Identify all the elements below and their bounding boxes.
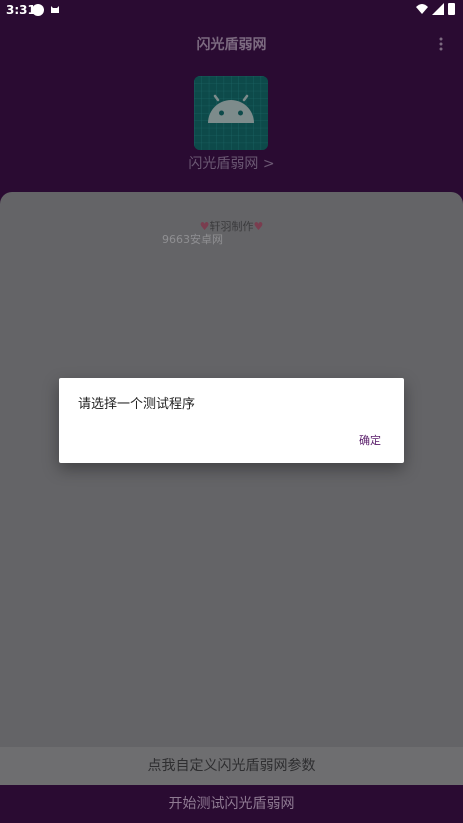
custom-params-button[interactable]: 点我自定义闪光盾弱网参数	[0, 747, 463, 785]
credit-line: ♥轩羽制作♥	[0, 218, 463, 234]
status-bar: 3:31	[0, 0, 463, 20]
heart-icon: ♥	[253, 220, 264, 233]
wifi-icon	[416, 4, 428, 14]
battery-icon	[448, 3, 455, 15]
start-test-button[interactable]: 开始测试闪光盾弱网	[0, 785, 463, 823]
watermark: 9663安卓网	[162, 233, 223, 246]
more-vert-icon[interactable]	[439, 37, 443, 51]
screen: 3:31 闪光盾弱网 闪光盾弱网 > ♥轩羽制作♥ 9663安卓网 请选择一个测…	[0, 0, 463, 823]
status-right	[416, 3, 455, 15]
app-bar: 闪光盾弱网	[0, 20, 463, 66]
app-name-link[interactable]: 闪光盾弱网 >	[0, 153, 463, 173]
android-icon	[194, 76, 268, 150]
cat-icon	[51, 6, 59, 13]
signal-icon	[432, 3, 444, 15]
app-title: 闪光盾弱网	[196, 37, 267, 53]
main-card: ♥轩羽制作♥ 9663安卓网	[0, 192, 463, 747]
telegram-icon	[32, 4, 44, 16]
confirm-button[interactable]: 确定	[359, 432, 381, 448]
select-app-dialog: 请选择一个测试程序 确定	[59, 378, 404, 463]
app-logo	[194, 76, 268, 150]
dialog-message: 请选择一个测试程序	[78, 397, 196, 412]
